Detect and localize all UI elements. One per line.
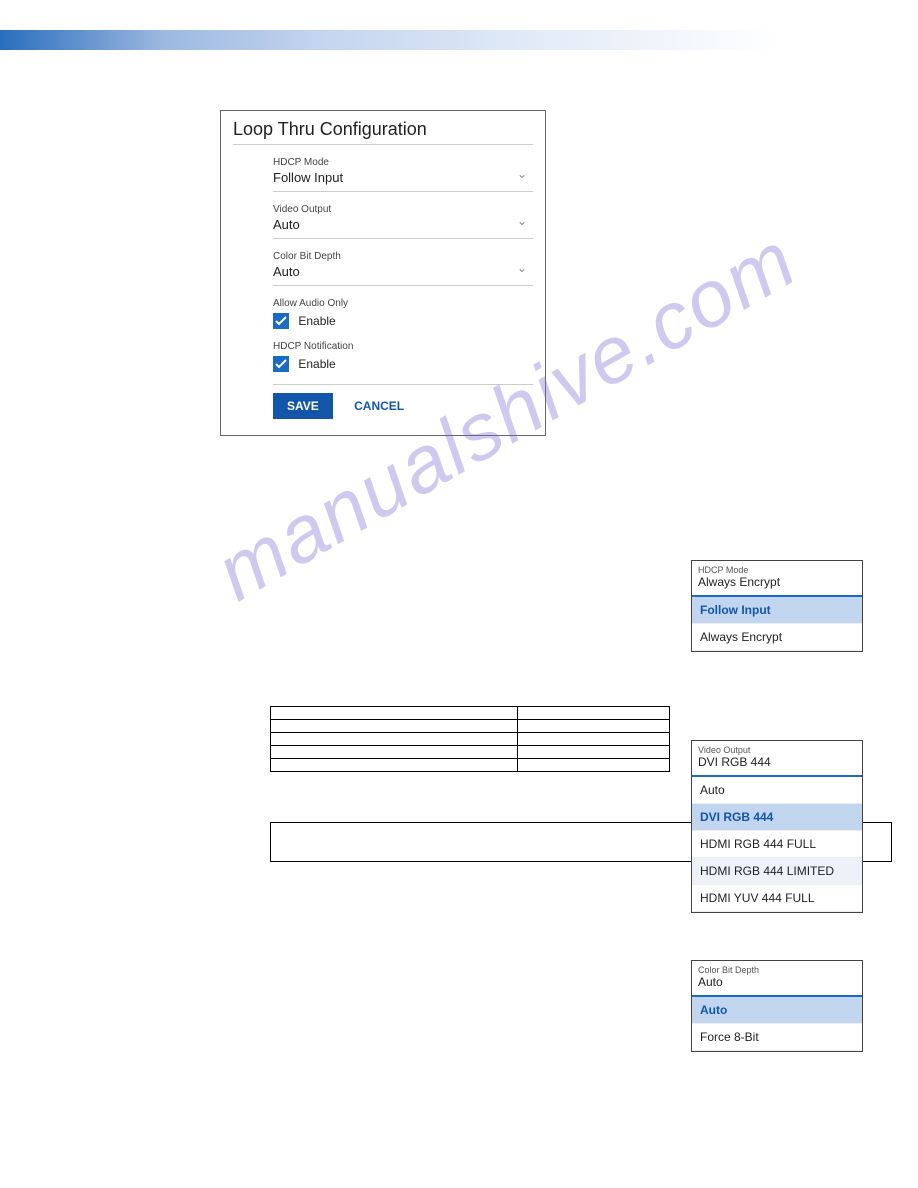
allow-audio-only-label: Allow Audio Only [273, 298, 533, 309]
header-stripe [0, 30, 918, 50]
video-output-select[interactable]: Video Output Auto ⌄ [273, 204, 533, 239]
panel-title: Loop Thru Configuration [233, 119, 533, 145]
dd-header[interactable]: Color Bit Depth Auto [692, 961, 862, 997]
allow-audio-only-group: Allow Audio Only Enable [273, 298, 533, 329]
table-cell [518, 746, 670, 759]
dd-option-hdmi-yuv-444-full[interactable]: HDMI YUV 444 FULL [692, 885, 862, 912]
color-bit-depth-dropdown: Color Bit Depth Auto Auto Force 8-Bit [691, 960, 863, 1052]
dd-value: DVI RGB 444 [698, 755, 856, 769]
table-cell [518, 733, 670, 746]
dd-option-force-8bit[interactable]: Force 8-Bit [692, 1024, 862, 1051]
table-cell [271, 720, 518, 733]
table-cell [518, 759, 670, 772]
hdcp-notification-checkbox[interactable] [273, 356, 289, 372]
check-icon [275, 358, 287, 370]
cancel-button[interactable]: CANCEL [354, 399, 404, 413]
color-bit-depth-label: Color Bit Depth [273, 251, 533, 262]
dd-option-follow-input[interactable]: Follow Input [692, 597, 862, 624]
panel-actions: SAVE CANCEL [273, 384, 533, 419]
color-bit-depth-select[interactable]: Color Bit Depth Auto ⌄ [273, 251, 533, 286]
video-output-label: Video Output [273, 204, 533, 215]
color-bit-depth-value: Auto [273, 264, 533, 279]
dd-label: Video Output [698, 745, 856, 755]
chevron-down-icon: ⌄ [517, 261, 527, 275]
hdcp-mode-select[interactable]: HDCP Mode Follow Input ⌄ [273, 157, 533, 192]
table-row [271, 720, 670, 733]
save-button[interactable]: SAVE [273, 393, 333, 419]
dd-option-always-encrypt[interactable]: Always Encrypt [692, 624, 862, 651]
video-output-table [270, 706, 670, 772]
table-header-cell [271, 707, 518, 720]
table-cell [518, 720, 670, 733]
hdcp-notification-label: HDCP Notification [273, 341, 533, 352]
hdcp-notification-group: HDCP Notification Enable [273, 341, 533, 372]
dd-label: HDCP Mode [698, 565, 856, 575]
video-output-dropdown: Video Output DVI RGB 444 Auto DVI RGB 44… [691, 740, 863, 913]
dd-value: Always Encrypt [698, 575, 856, 589]
enable-text: Enable [298, 314, 335, 328]
loop-thru-config-panel: Loop Thru Configuration HDCP Mode Follow… [220, 110, 546, 436]
check-icon [275, 315, 287, 327]
chevron-down-icon: ⌄ [517, 214, 527, 228]
dd-option-auto[interactable]: Auto [692, 997, 862, 1024]
enable-text: Enable [298, 357, 335, 371]
video-output-value: Auto [273, 217, 533, 232]
dd-option-auto[interactable]: Auto [692, 777, 862, 804]
table-row [271, 746, 670, 759]
table-row [271, 733, 670, 746]
hdcp-mode-dropdown: HDCP Mode Always Encrypt Follow Input Al… [691, 560, 863, 652]
dd-header[interactable]: HDCP Mode Always Encrypt [692, 561, 862, 597]
dd-value: Auto [698, 975, 856, 989]
hdcp-mode-label: HDCP Mode [273, 157, 533, 168]
dd-header[interactable]: Video Output DVI RGB 444 [692, 741, 862, 777]
table-cell [271, 746, 518, 759]
dd-label: Color Bit Depth [698, 965, 856, 975]
dd-option-dvi-rgb-444[interactable]: DVI RGB 444 [692, 804, 862, 831]
chevron-down-icon: ⌄ [517, 167, 527, 181]
hdcp-mode-value: Follow Input [273, 170, 533, 185]
table-cell [271, 733, 518, 746]
table-header-row [271, 707, 670, 720]
dd-option-hdmi-rgb-444-limited[interactable]: HDMI RGB 444 LIMITED [692, 858, 862, 885]
dd-option-hdmi-rgb-444-full[interactable]: HDMI RGB 444 FULL [692, 831, 862, 858]
allow-audio-only-checkbox[interactable] [273, 313, 289, 329]
table-header-cell [518, 707, 670, 720]
table-cell [271, 759, 518, 772]
table-row [271, 759, 670, 772]
